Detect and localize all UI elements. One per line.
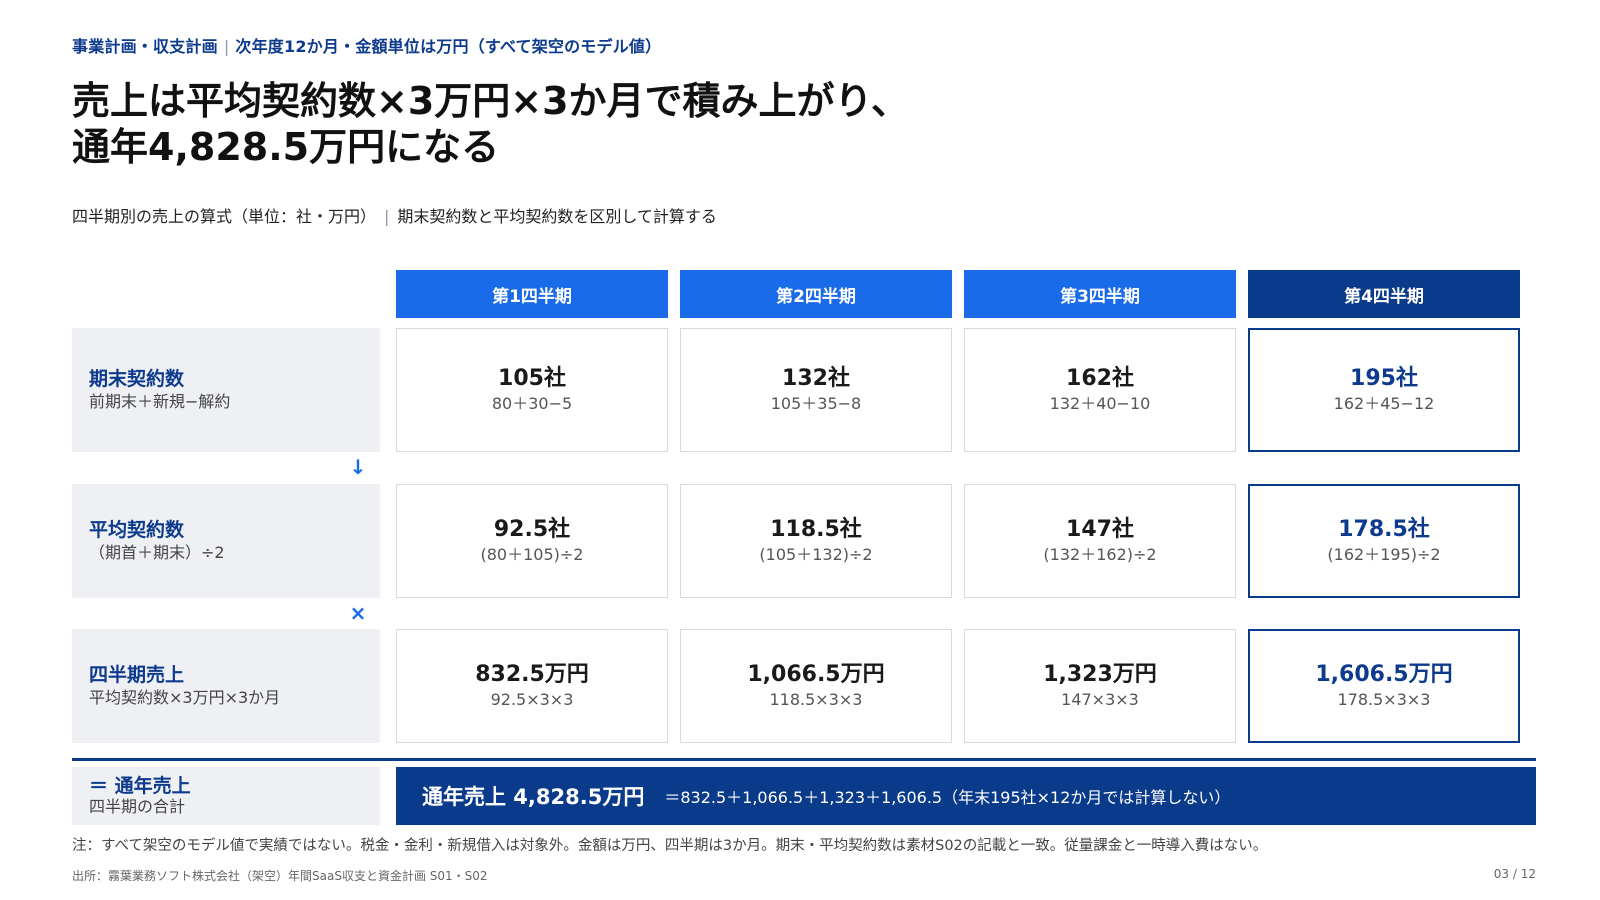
cell-value: 1,323万円 [1043,662,1157,687]
row-label-sub: 前期末＋新規−解約 [89,392,231,411]
subtitle-sub: 期末契約数と平均契約数を区別して計算する [397,207,717,226]
cell-ending-q3: 162社 132＋40−10 [964,328,1236,452]
cell-formula: 147×3×3 [1061,690,1139,709]
cell-formula: 132＋40−10 [1049,394,1151,413]
row-label-title: 四半期売上 [89,664,185,686]
cell-average-q2: 118.5社 (105＋132)÷2 [680,484,952,598]
row-label-average-contracts: 平均契約数 （期首＋期末）÷2 [72,484,380,598]
row-label-quarterly-revenue: 四半期売上 平均契約数×3万円×3か月 [72,629,380,743]
cell-average-q4: 178.5社 (162＋195)÷2 [1248,484,1520,598]
cell-ending-q1: 105社 80＋30−5 [396,328,668,452]
total-value: 通年売上 4,828.5万円 [422,785,645,809]
multiply-icon: × [349,601,367,625]
cell-revenue-q4: 1,606.5万円 178.5×3×3 [1248,629,1520,743]
cell-formula: 92.5×3×3 [490,690,574,709]
kicker-separator: | [223,37,230,56]
cell-formula: 162＋45−12 [1333,394,1435,413]
cell-formula: (80＋105)÷2 [480,545,584,564]
cell-value: 178.5社 [1338,517,1430,542]
cell-average-q3: 147社 (132＋162)÷2 [964,484,1236,598]
total-formula: ＝832.5＋1,066.5＋1,323＋1,606.5（年末195社×12か月… [664,788,1231,807]
cell-value: 162社 [1066,366,1134,391]
kicker: 事業計画・収支計画 | 次年度12か月・金額単位は万円（すべて架空のモデル値） [72,33,661,57]
cell-ending-q2: 132社 105＋35−8 [680,328,952,452]
row-label-title: 期末契約数 [89,368,185,390]
total-label: ＝ 通年売上 四半期の合計 [72,767,380,825]
cell-value: 132社 [782,366,850,391]
cell-formula: 105＋35−8 [770,394,862,413]
cell-formula: 118.5×3×3 [769,690,863,709]
page-title: 売上は平均契約数×3万円×3か月で積み上がり、 通年4,828.5万円になる [72,78,1172,170]
row-label-sub: （期首＋期末）÷2 [89,543,225,562]
subtitle-main: 四半期別の売上の算式（単位：社・万円） [72,207,377,226]
title-line-2: 通年4,828.5万円になる [72,125,500,169]
row-label-sub: 平均契約数×3万円×3か月 [89,688,281,707]
subtitle-separator: | [384,207,390,226]
cell-value: 195社 [1350,366,1418,391]
cell-value: 147社 [1066,517,1134,542]
kicker-main: 事業計画・収支計画 [72,37,218,56]
quarter-header-3: 第3四半期 [964,270,1236,318]
cell-revenue-q2: 1,066.5万円 118.5×3×3 [680,629,952,743]
quarter-header-2: 第2四半期 [680,270,952,318]
total-divider [72,758,1536,761]
row-label-title: 平均契約数 [89,519,185,541]
source-line: 出所：霧葉業務ソフト株式会社（架空）年間SaaS収支と資金計画 S01・S02 [72,869,488,883]
page-number: 03 / 12 [1493,867,1536,881]
cell-value: 1,066.5万円 [747,662,885,687]
quarter-header-4: 第4四半期 [1248,270,1520,318]
total-bar: 通年売上 4,828.5万円 ＝832.5＋1,066.5＋1,323＋1,60… [396,767,1536,825]
cell-value: 832.5万円 [475,662,589,687]
subtitle: 四半期別の売上の算式（単位：社・万円） | 期末契約数と平均契約数を区別して計算する [72,203,717,227]
cell-average-q1: 92.5社 (80＋105)÷2 [396,484,668,598]
footnote: 注：すべて架空のモデル値で実績ではない。税金・金利・新規借入は対象外。金額は万円… [72,838,1268,854]
cell-formula: 80＋30−5 [491,394,573,413]
cell-value: 92.5社 [493,517,571,542]
row-label-ending-contracts: 期末契約数 前期末＋新規−解約 [72,328,380,452]
cell-revenue-q1: 832.5万円 92.5×3×3 [396,629,668,743]
kicker-sub: 次年度12か月・金額単位は万円（すべて架空のモデル値） [235,37,662,56]
cell-value: 105社 [498,366,566,391]
arrow-down-icon: ↓ [349,455,367,479]
cell-value: 118.5社 [770,517,862,542]
cell-formula: 178.5×3×3 [1337,690,1431,709]
total-label-sub: 四半期の合計 [89,797,186,816]
quarter-header-1: 第1四半期 [396,270,668,318]
cell-formula: (162＋195)÷2 [1327,545,1441,564]
cell-formula: (105＋132)÷2 [759,545,873,564]
cell-value: 1,606.5万円 [1315,662,1453,687]
total-label-title: ＝ 通年売上 [89,775,191,797]
cell-revenue-q3: 1,323万円 147×3×3 [964,629,1236,743]
title-line-1: 売上は平均契約数×3万円×3か月で積み上がり、 [72,79,910,123]
cell-ending-q4: 195社 162＋45−12 [1248,328,1520,452]
cell-formula: (132＋162)÷2 [1043,545,1157,564]
